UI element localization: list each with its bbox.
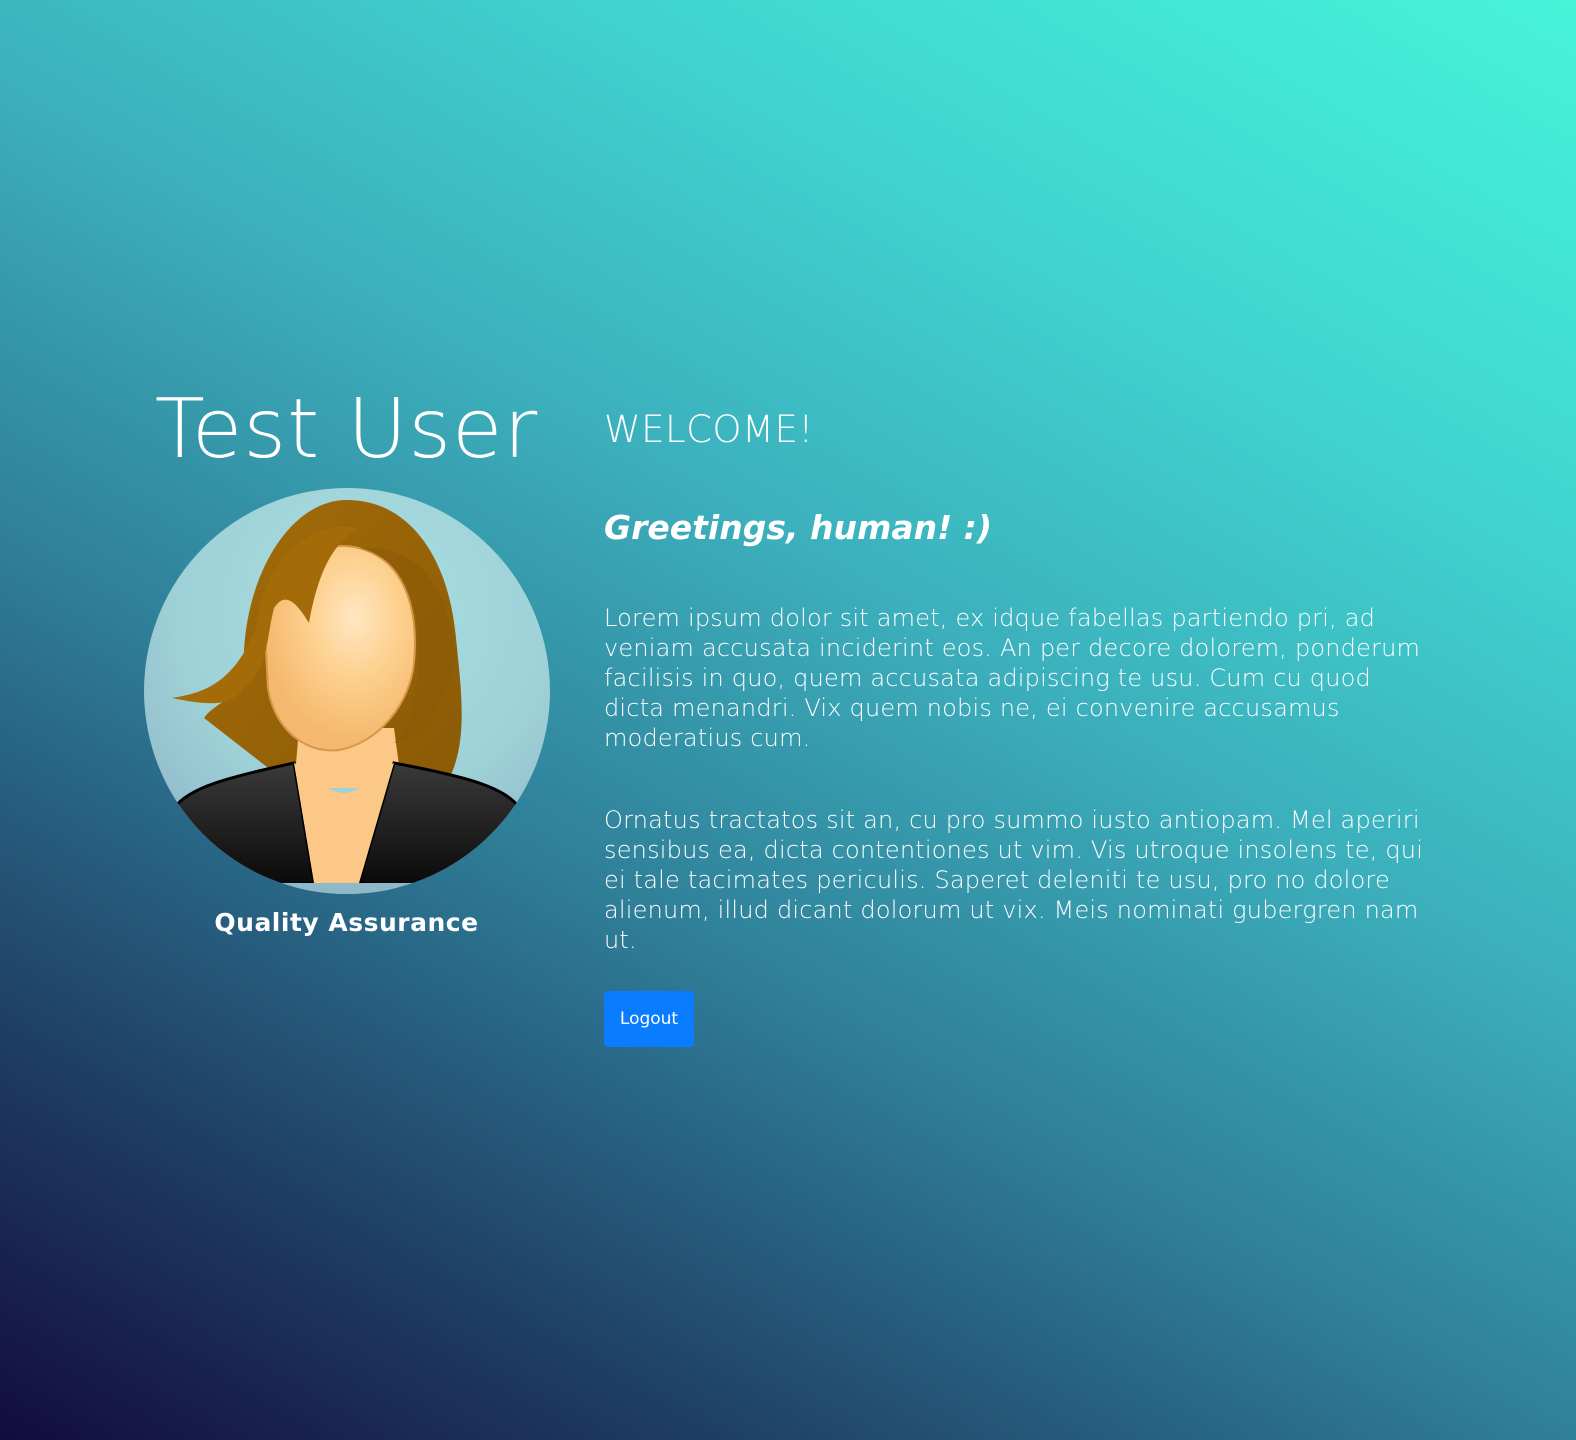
female-user-avatar-icon [144, 488, 550, 894]
intro-paragraph: Lorem ipsum dolor sit amet, ex idque fab… [604, 604, 1421, 752]
user-role: Quality Assurance [214, 908, 479, 937]
user-name: Test User [154, 382, 539, 477]
logout-button[interactable]: Logout [604, 991, 694, 1047]
greeting-text: Greetings, human! :) [604, 508, 992, 547]
welcome-panel: WELCOME! Greetings, human! :) Lorem ipsu… [604, 405, 1434, 1047]
welcome-heading: WELCOME! [604, 408, 814, 451]
profile-page: Test User Quality Assurance WELCOME! Gre… [0, 0, 1576, 1440]
profile-panel: Test User Quality Assurance [144, 380, 550, 937]
second-paragraph: Ornatus tractatos sit an, cu pro summo i… [604, 806, 1424, 954]
